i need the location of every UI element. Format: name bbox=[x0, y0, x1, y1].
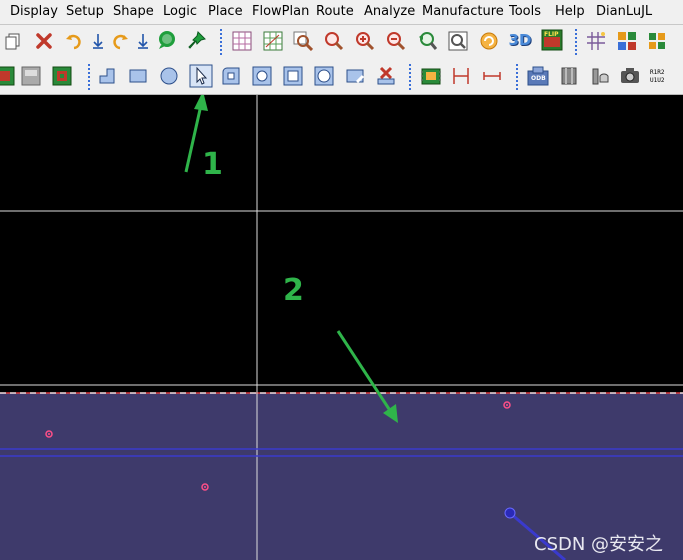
3d-view-icon[interactable]: 3D bbox=[508, 29, 532, 51]
watermark: CSDN @安安之 bbox=[534, 534, 664, 555]
via-center bbox=[204, 486, 206, 488]
shape-gray-icon[interactable] bbox=[20, 65, 42, 87]
zoom-world-icon[interactable] bbox=[447, 30, 469, 52]
toolbar-separator bbox=[409, 64, 413, 90]
zoom-out-icon[interactable] bbox=[385, 30, 407, 52]
toolbar-separator bbox=[575, 29, 579, 55]
delete-shape-icon[interactable] bbox=[375, 65, 397, 87]
undo-icon[interactable] bbox=[63, 30, 85, 52]
pin-icon[interactable] bbox=[186, 29, 208, 51]
odb-export-icon[interactable]: ODB bbox=[527, 65, 549, 87]
menu-help[interactable]: Help bbox=[555, 4, 585, 19]
bubble-icon[interactable] bbox=[156, 29, 178, 51]
shape-toolbar: ODB R1R2 U1U2 bbox=[0, 58, 683, 95]
zoom-in-icon[interactable] bbox=[354, 30, 376, 52]
shape-green-icon[interactable] bbox=[51, 65, 73, 87]
menu-tools[interactable]: Tools bbox=[509, 4, 541, 19]
toolbar-separator bbox=[220, 29, 224, 55]
annotation-label-2: 2 bbox=[283, 273, 304, 308]
zoom-point-icon[interactable] bbox=[323, 30, 345, 52]
add-square-icon[interactable] bbox=[282, 65, 304, 87]
grid-view-icon[interactable] bbox=[231, 30, 253, 52]
svg-text:R1R2: R1R2 bbox=[650, 69, 665, 76]
redraw-icon[interactable] bbox=[478, 30, 500, 52]
annotation-arrowhead-1 bbox=[194, 95, 208, 111]
delete-icon[interactable] bbox=[33, 30, 55, 52]
camera-icon[interactable] bbox=[619, 65, 641, 87]
menu-place[interactable]: Place bbox=[208, 4, 243, 19]
zoom-fit-icon[interactable] bbox=[292, 30, 314, 52]
toolbar-separator bbox=[88, 64, 92, 90]
annotation-label-1: 1 bbox=[202, 147, 223, 182]
menu-setup[interactable]: Setup bbox=[66, 4, 104, 19]
3d-label: 3D bbox=[508, 31, 532, 49]
main-toolbar: 3D FLIP bbox=[0, 25, 683, 58]
measure-icon[interactable] bbox=[481, 65, 503, 87]
layers-icon[interactable] bbox=[646, 30, 668, 52]
canvas-graphics bbox=[0, 95, 683, 560]
menu-analyze[interactable]: Analyze bbox=[364, 4, 415, 19]
menu-flowplan[interactable]: FlowPlan bbox=[252, 4, 309, 19]
redo-icon[interactable] bbox=[109, 30, 131, 52]
add-rect-icon[interactable] bbox=[127, 65, 149, 87]
place-component-icon[interactable] bbox=[420, 65, 442, 87]
add-line-icon[interactable] bbox=[96, 65, 118, 87]
annotation-arrow-1 bbox=[184, 104, 203, 173]
arrow-down-icon[interactable] bbox=[87, 30, 109, 52]
via-center bbox=[48, 433, 50, 435]
add-circle2-icon[interactable] bbox=[251, 65, 273, 87]
add-frect-icon[interactable] bbox=[220, 65, 242, 87]
odb-label: ODB bbox=[531, 75, 546, 82]
menu-logic[interactable]: Logic bbox=[163, 4, 197, 19]
dimension-icon[interactable] bbox=[450, 65, 472, 87]
add-oval-icon[interactable] bbox=[313, 65, 335, 87]
color-icon[interactable] bbox=[616, 30, 638, 52]
flip-icon[interactable]: FLIP bbox=[541, 29, 563, 51]
zoom-prev-icon[interactable] bbox=[416, 30, 438, 52]
copy-icon[interactable] bbox=[2, 30, 24, 52]
menu-bar: Display Setup Shape Logic Place FlowPlan… bbox=[0, 0, 683, 25]
refdes-icon[interactable]: R1R2 U1U2 bbox=[648, 65, 670, 87]
add-circle-icon[interactable] bbox=[158, 65, 180, 87]
design-canvas[interactable]: 1 2 bbox=[0, 95, 683, 560]
menu-shape[interactable]: Shape bbox=[113, 4, 154, 19]
grid-ratsnest-icon[interactable] bbox=[262, 30, 284, 52]
svg-text:U1U2: U1U2 bbox=[650, 77, 665, 84]
library-icon[interactable] bbox=[589, 65, 611, 87]
grid-toggle-icon[interactable] bbox=[585, 30, 607, 52]
menu-display[interactable]: Display bbox=[10, 4, 58, 19]
via-center bbox=[506, 404, 508, 406]
trace-pad[interactable] bbox=[504, 507, 516, 519]
menu-route[interactable]: Route bbox=[316, 4, 354, 19]
film-icon[interactable] bbox=[558, 65, 580, 87]
edit-shape-icon[interactable] bbox=[344, 65, 366, 87]
flip-label: FLIP bbox=[544, 31, 559, 38]
shape-fill-icon[interactable] bbox=[0, 65, 16, 87]
menu-dianlujl[interactable]: DianLuJL bbox=[596, 4, 652, 19]
select-icon[interactable] bbox=[189, 64, 213, 88]
arrow-down-icon[interactable] bbox=[132, 30, 154, 52]
toolbar-separator bbox=[516, 64, 520, 90]
menu-manufacture[interactable]: Manufacture bbox=[422, 4, 504, 19]
